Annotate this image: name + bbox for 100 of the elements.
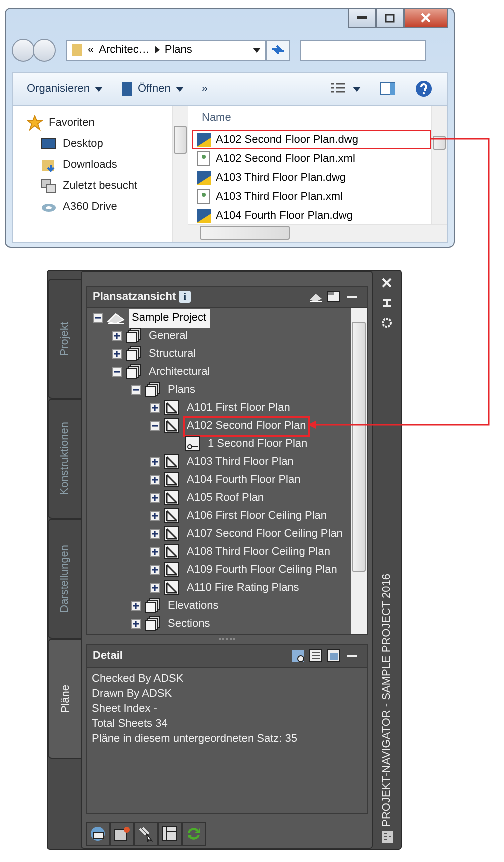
tree-item[interactable]: Sample Project	[129, 308, 210, 328]
sheet-icon	[164, 454, 180, 470]
forward-button[interactable]	[33, 38, 56, 62]
tree-item[interactable]: A105 Roof Plan	[184, 488, 268, 508]
tree-item[interactable]: Plans	[165, 380, 199, 400]
refresh-icon	[186, 826, 202, 842]
drawing-file-icon	[196, 132, 212, 148]
collapse-button[interactable]	[112, 367, 122, 377]
tree-item[interactable]: 1 Second Floor Plan	[205, 434, 311, 454]
vertical-tab[interactable]: Konstruktionen	[48, 399, 81, 519]
document-icon	[196, 150, 212, 166]
select-button[interactable]	[134, 822, 158, 846]
preview-button[interactable]	[325, 648, 343, 664]
minimize-icon	[347, 296, 357, 298]
sidebar-item[interactable]: Desktop	[27, 133, 172, 154]
tree-item[interactable]: A108 Third Floor Ceiling Plan	[184, 542, 334, 562]
tree-item[interactable]: A106 First Floor Ceiling Plan	[184, 506, 330, 526]
monitor-icon	[41, 136, 57, 152]
scrollbar[interactable]	[431, 106, 447, 224]
layout-button[interactable]	[158, 822, 182, 846]
detail-line: Drawn By ADSK	[92, 687, 174, 701]
toolbar-button[interactable]: Organisieren	[27, 83, 103, 95]
file-row[interactable]: A103 Third Floor Plan.xml	[192, 187, 431, 206]
expand-button[interactable]	[150, 457, 160, 467]
tree-item[interactable]: Sections	[165, 614, 214, 634]
plus-icon	[132, 620, 140, 628]
tree-item[interactable]: A109 Fourth Floor Ceiling Plan	[184, 560, 340, 580]
vertical-tab[interactable]: Darstellungen	[48, 519, 81, 639]
plus-icon	[151, 476, 159, 484]
expand-button[interactable]	[150, 511, 160, 521]
column-header[interactable]: Name	[192, 106, 431, 130]
tree-item[interactable]: A103 Third Floor Plan	[184, 452, 297, 472]
maximize-button[interactable]	[376, 9, 404, 28]
view-icon	[185, 436, 201, 452]
file-row[interactable]: A102 Second Floor Plan.xml	[192, 149, 431, 168]
vertical-tab[interactable]: Pläne	[48, 639, 82, 759]
preview-pane-button[interactable]	[379, 81, 397, 97]
palette-title: PROJEKT-NAVIGATOR - SAMPLE PROJECT 2016	[381, 573, 393, 827]
collapse-button[interactable]	[93, 313, 103, 323]
expand-button[interactable]	[150, 547, 160, 557]
caret-icon	[176, 86, 184, 92]
tree-item[interactable]: General	[146, 326, 192, 346]
expand-button[interactable]	[112, 349, 122, 359]
help-button[interactable]	[415, 81, 433, 97]
expand-button[interactable]	[150, 565, 160, 575]
plus-icon	[151, 458, 159, 466]
expand-button[interactable]	[150, 403, 160, 413]
expand-button[interactable]	[150, 493, 160, 503]
scrollbar[interactable]	[188, 224, 447, 242]
detail-line: Total Sheets 34	[92, 717, 169, 731]
plus-icon	[113, 332, 121, 340]
expand-button[interactable]	[150, 583, 160, 593]
new-sheet-button[interactable]	[110, 822, 134, 846]
sheet-set-icon	[126, 346, 142, 362]
sheet-icon	[164, 400, 180, 416]
minimize-button[interactable]	[348, 9, 376, 28]
close-button[interactable]	[404, 9, 448, 28]
splitter-grip[interactable]	[219, 638, 235, 642]
address-bar[interactable]: « Architec… Plans	[66, 40, 266, 60]
plus-icon	[151, 512, 159, 520]
sidebar-item[interactable]: Favoriten	[27, 112, 172, 133]
dropdown-arrow-icon	[253, 48, 261, 52]
refresh-button[interactable]	[182, 822, 206, 846]
scrollbar[interactable]	[172, 106, 188, 242]
sidebar-item[interactable]: Downloads	[27, 154, 172, 175]
star-icon	[27, 114, 43, 130]
expand-button[interactable]	[112, 331, 122, 341]
tree-item[interactable]: A107 Second Floor Ceiling Plan	[184, 524, 346, 544]
back-button[interactable]	[12, 38, 35, 62]
expand-button[interactable]	[150, 475, 160, 485]
refresh-button[interactable]	[266, 40, 290, 60]
more-button[interactable]: »	[202, 83, 208, 95]
sidebar-item[interactable]: Zuletzt besucht	[27, 175, 172, 196]
vertical-tab[interactable]: Projekt	[48, 279, 81, 399]
details-button[interactable]	[289, 648, 307, 664]
tree-item[interactable]: Architectural	[146, 362, 214, 382]
scrollbar[interactable]	[351, 308, 367, 634]
tree-item[interactable]: Elevations	[165, 596, 222, 616]
plot-button[interactable]	[86, 822, 110, 846]
tree-item[interactable]: A104 Fourth Floor Plan	[184, 470, 304, 490]
expand-button[interactable]	[131, 601, 141, 611]
file-row[interactable]: A102 Second Floor Plan.dwg	[192, 130, 431, 149]
sheet-set-icon	[145, 382, 161, 398]
tree-item[interactable]: A101 First Floor Plan	[184, 398, 294, 418]
expand-button[interactable]	[150, 529, 160, 539]
plus-icon	[151, 530, 159, 538]
tree-item[interactable]: Structural	[146, 344, 200, 364]
list-view-button[interactable]	[307, 648, 325, 664]
sidebar-item[interactable]: A360 Drive	[27, 196, 172, 217]
tree-item[interactable]: A110 Fire Rating Plans	[184, 578, 302, 598]
toolbar-button[interactable]: Öffnen	[120, 81, 184, 97]
expand-button[interactable]	[131, 619, 141, 629]
plus-icon	[151, 494, 159, 502]
collapse-button[interactable]	[150, 421, 160, 431]
collapse-button[interactable]	[131, 385, 141, 395]
window-button[interactable]	[325, 289, 343, 305]
file-row[interactable]: A104 Fourth Floor Plan.dwg	[192, 206, 431, 224]
search-field[interactable]	[300, 40, 426, 60]
file-row[interactable]: A103 Third Floor Plan.dwg	[192, 168, 431, 187]
tree-item[interactable]: A102 Second Floor Plan	[184, 416, 310, 436]
